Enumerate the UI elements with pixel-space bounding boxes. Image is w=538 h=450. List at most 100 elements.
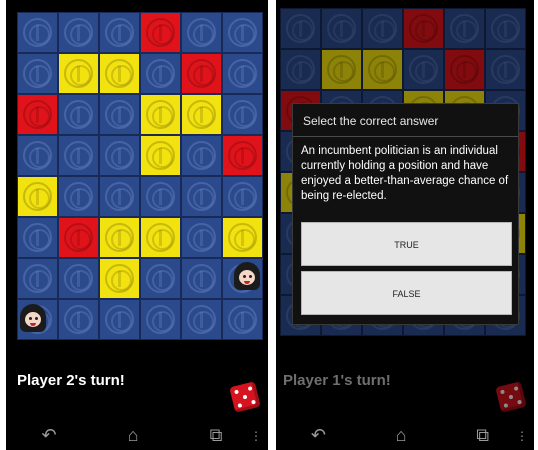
board-tile-blue[interactable]: [58, 258, 99, 299]
board-tile-blue[interactable]: [140, 258, 181, 299]
recent-apps-icon[interactable]: ⧉: [210, 426, 223, 444]
board-tile-blue[interactable]: [58, 12, 99, 53]
tile-emblem-icon: [64, 182, 93, 211]
board-tile-blue[interactable]: [17, 12, 58, 53]
tile-emblem-icon: [64, 100, 93, 129]
board-tile-blue[interactable]: [222, 176, 263, 217]
board-tile-red[interactable]: [222, 135, 263, 176]
tile-emblem-icon: [105, 141, 134, 170]
board-tile-red[interactable]: [58, 217, 99, 258]
navigation-bar: ↶ ⌂ ⧉: [276, 420, 534, 450]
board-tile-blue[interactable]: [99, 135, 140, 176]
board-tile-blue[interactable]: [181, 176, 222, 217]
board-tile-yellow[interactable]: [140, 135, 181, 176]
board-tile-blue[interactable]: [17, 217, 58, 258]
tile-emblem-icon: [105, 59, 134, 88]
back-arrow-icon[interactable]: ↶: [42, 426, 57, 444]
tile-emblem-icon: [64, 59, 93, 88]
board-tile-yellow[interactable]: [181, 94, 222, 135]
tile-emblem-icon: [187, 182, 216, 211]
board-tile-blue[interactable]: [17, 258, 58, 299]
tile-emblem-icon: [105, 18, 134, 47]
tile-emblem-icon: [187, 100, 216, 129]
overflow-menu-icon[interactable]: ⋮: [250, 430, 262, 442]
board-tile-blue[interactable]: [181, 258, 222, 299]
dialog-title: Select the correct answer: [303, 114, 439, 128]
board-tile-blue[interactable]: [58, 299, 99, 340]
board-tile-blue[interactable]: [222, 299, 263, 340]
tile-emblem-icon: [146, 182, 175, 211]
board-tile-blue[interactable]: [181, 135, 222, 176]
tile-emblem-icon: [228, 141, 257, 170]
recent-apps-icon[interactable]: ⧉: [476, 426, 489, 444]
tile-emblem-icon: [23, 141, 52, 170]
board-tile-blue[interactable]: [140, 299, 181, 340]
board-tile-blue[interactable]: [140, 176, 181, 217]
board-tile-blue[interactable]: [58, 135, 99, 176]
tile-emblem-icon: [64, 264, 93, 293]
tile-emblem-icon: [105, 223, 134, 252]
tile-emblem-icon: [105, 182, 134, 211]
board-tile-blue[interactable]: [99, 176, 140, 217]
true-button[interactable]: TRUE: [301, 222, 512, 266]
turn-indicator: Player 2's turn!: [17, 372, 125, 389]
board-tile-blue[interactable]: [140, 53, 181, 94]
tile-emblem-icon: [187, 305, 216, 334]
tile-emblem-icon: [23, 223, 52, 252]
board-tile-blue[interactable]: [99, 299, 140, 340]
tile-emblem-icon: [228, 305, 257, 334]
board-tile-yellow[interactable]: [222, 217, 263, 258]
tile-emblem-icon: [228, 59, 257, 88]
tile-emblem-icon: [187, 18, 216, 47]
tile-emblem-icon: [105, 100, 134, 129]
board-tile-blue[interactable]: [181, 299, 222, 340]
dice-icon[interactable]: [229, 381, 261, 413]
tile-emblem-icon: [146, 264, 175, 293]
navigation-bar: ↶ ⌂ ⧉: [6, 420, 268, 450]
tile-emblem-icon: [23, 182, 52, 211]
board-tile-blue[interactable]: [17, 53, 58, 94]
home-icon[interactable]: ⌂: [128, 426, 139, 444]
tile-emblem-icon: [146, 100, 175, 129]
false-button[interactable]: FALSE: [301, 271, 512, 315]
board-tile-red[interactable]: [17, 94, 58, 135]
home-icon[interactable]: ⌂: [396, 426, 407, 444]
game-board: [17, 12, 263, 340]
tile-emblem-icon: [228, 18, 257, 47]
back-arrow-icon[interactable]: ↶: [311, 426, 326, 444]
board-tile-blue[interactable]: [222, 94, 263, 135]
board-tile-red[interactable]: [140, 12, 181, 53]
board-tile-blue[interactable]: [181, 217, 222, 258]
tile-emblem-icon: [23, 100, 52, 129]
board-tile-blue[interactable]: [17, 135, 58, 176]
board-tile-yellow[interactable]: [99, 217, 140, 258]
board-tile-blue[interactable]: [99, 12, 140, 53]
tile-emblem-icon: [64, 305, 93, 334]
board-tile-blue[interactable]: [58, 176, 99, 217]
tile-emblem-icon: [146, 59, 175, 88]
board-tile-yellow[interactable]: [99, 53, 140, 94]
tile-emblem-icon: [23, 18, 52, 47]
board-tile-blue[interactable]: [181, 12, 222, 53]
tile-emblem-icon: [146, 223, 175, 252]
board-tile-blue[interactable]: [222, 53, 263, 94]
board-tile-yellow[interactable]: [99, 258, 140, 299]
player-2-avatar-icon: [232, 262, 262, 292]
player-1-avatar-icon: [18, 304, 48, 334]
board-tile-yellow[interactable]: [140, 94, 181, 135]
tile-emblem-icon: [187, 223, 216, 252]
board-tile-yellow[interactable]: [140, 217, 181, 258]
question-text: An incumbent politician is an individual…: [301, 145, 509, 202]
overflow-menu-icon[interactable]: ⋮: [516, 430, 528, 442]
board-tile-red[interactable]: [181, 53, 222, 94]
question-dialog: Select the correct answer An incumbent p…: [292, 103, 519, 325]
board-tile-blue[interactable]: [58, 94, 99, 135]
board-tile-blue[interactable]: [222, 12, 263, 53]
board-tile-blue[interactable]: [99, 94, 140, 135]
tile-emblem-icon: [187, 141, 216, 170]
board-tile-yellow[interactable]: [58, 53, 99, 94]
tile-emblem-icon: [64, 141, 93, 170]
tile-emblem-icon: [146, 18, 175, 47]
tile-emblem-icon: [105, 305, 134, 334]
board-tile-yellow[interactable]: [17, 176, 58, 217]
